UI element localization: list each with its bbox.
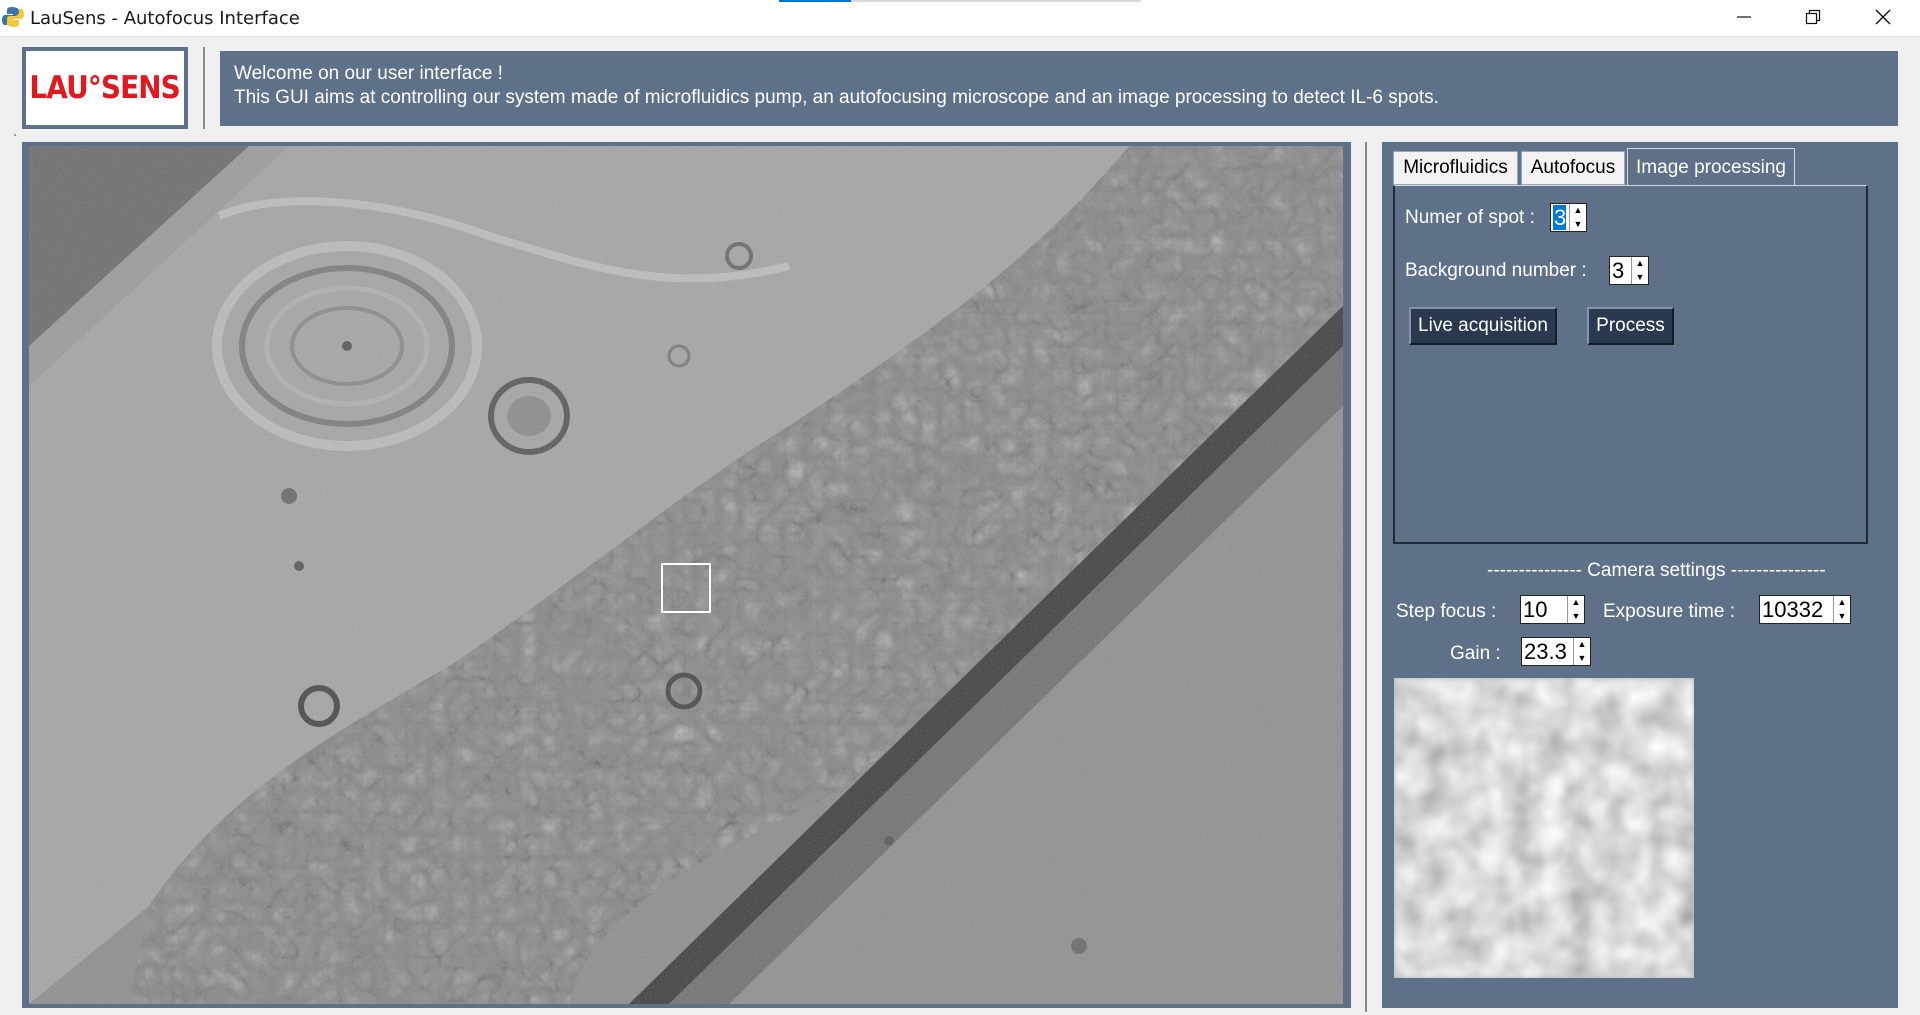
restore-button[interactable] bbox=[1779, 0, 1847, 34]
exposure-time-label: Exposure time : bbox=[1603, 601, 1735, 622]
spot-label: Numer of spot : bbox=[1405, 207, 1535, 228]
spin-up-icon[interactable]: ▲ bbox=[1568, 596, 1584, 610]
welcome-line-2: This GUI aims at controlling our system … bbox=[234, 87, 1439, 108]
focus-preview-image bbox=[1394, 678, 1694, 978]
exposure-time-spinbox[interactable]: 10332 ▲ ▼ bbox=[1759, 595, 1851, 624]
header-separator bbox=[203, 47, 205, 129]
tab-image-processing[interactable]: Image processing bbox=[1627, 148, 1795, 186]
spot-spin-arrows[interactable]: ▲ ▼ bbox=[1569, 204, 1586, 231]
taskbar-indicator bbox=[851, 0, 1141, 2]
tab-microfluidics[interactable]: Microfluidics bbox=[1393, 151, 1518, 185]
welcome-banner: Welcome on our user interface ! This GUI… bbox=[220, 51, 1898, 126]
title-bar: LauSens - Autofocus Interface bbox=[0, 0, 1920, 37]
spin-up-icon[interactable]: ▲ bbox=[1574, 638, 1590, 652]
logo-text: LAU°SENS bbox=[29, 70, 181, 106]
spin-up-icon[interactable]: ▲ bbox=[1834, 596, 1850, 610]
background-spinbox[interactable]: 3 ▲ ▼ bbox=[1609, 256, 1649, 285]
microscope-view-panel bbox=[22, 142, 1351, 1008]
vertical-separator bbox=[1365, 142, 1367, 1012]
exposure-spin-arrows[interactable]: ▲ ▼ bbox=[1833, 596, 1850, 623]
corner-dot bbox=[14, 134, 16, 136]
step-focus-spinbox[interactable]: 10 ▲ ▼ bbox=[1520, 595, 1585, 624]
spin-down-icon[interactable]: ▼ bbox=[1570, 218, 1586, 232]
exposure-time-value[interactable]: 10332 bbox=[1760, 596, 1833, 623]
taskbar-focus-indicator bbox=[779, 0, 851, 2]
image-processing-tab-body bbox=[1393, 185, 1868, 544]
minimize-icon bbox=[1737, 16, 1751, 18]
spin-down-icon[interactable]: ▼ bbox=[1632, 271, 1648, 285]
spin-up-icon[interactable]: ▲ bbox=[1570, 204, 1586, 218]
gain-spinbox[interactable]: 23.3 ▲ ▼ bbox=[1521, 637, 1591, 666]
minimize-button[interactable] bbox=[1710, 0, 1778, 34]
spin-down-icon[interactable]: ▼ bbox=[1568, 610, 1584, 624]
microscope-image[interactable] bbox=[29, 146, 1343, 1004]
tab-autofocus[interactable]: Autofocus bbox=[1521, 151, 1625, 185]
gain-label: Gain : bbox=[1450, 643, 1501, 664]
process-button[interactable]: Process bbox=[1587, 307, 1674, 345]
spot-spinbox[interactable]: 3 ▲ ▼ bbox=[1550, 203, 1587, 232]
gain-value[interactable]: 23.3 bbox=[1522, 638, 1573, 665]
welcome-line-1: Welcome on our user interface ! bbox=[234, 63, 503, 84]
spin-down-icon[interactable]: ▼ bbox=[1574, 652, 1590, 666]
spin-down-icon[interactable]: ▼ bbox=[1834, 610, 1850, 624]
background-value[interactable]: 3 bbox=[1610, 257, 1631, 284]
logo-inner: LAU°SENS bbox=[26, 51, 184, 125]
close-icon bbox=[1875, 9, 1891, 25]
background-spin-arrows[interactable]: ▲ ▼ bbox=[1631, 257, 1648, 284]
background-label: Background number : bbox=[1405, 260, 1587, 281]
restore-icon bbox=[1805, 9, 1821, 25]
step-focus-label: Step focus : bbox=[1396, 601, 1497, 622]
gain-spin-arrows[interactable]: ▲ ▼ bbox=[1573, 638, 1590, 665]
spin-up-icon[interactable]: ▲ bbox=[1632, 257, 1648, 271]
camera-settings-heading: --------------- Camera settings --------… bbox=[1487, 560, 1826, 581]
logo: LAU°SENS bbox=[22, 47, 188, 129]
window-title: LauSens - Autofocus Interface bbox=[30, 8, 300, 29]
live-acquisition-button[interactable]: Live acquisition bbox=[1409, 307, 1557, 345]
step-focus-value[interactable]: 10 bbox=[1521, 596, 1567, 623]
python-app-icon bbox=[2, 7, 24, 27]
step-focus-spin-arrows[interactable]: ▲ ▼ bbox=[1567, 596, 1584, 623]
spot-value[interactable]: 3 bbox=[1553, 205, 1567, 230]
close-button[interactable] bbox=[1849, 0, 1917, 34]
